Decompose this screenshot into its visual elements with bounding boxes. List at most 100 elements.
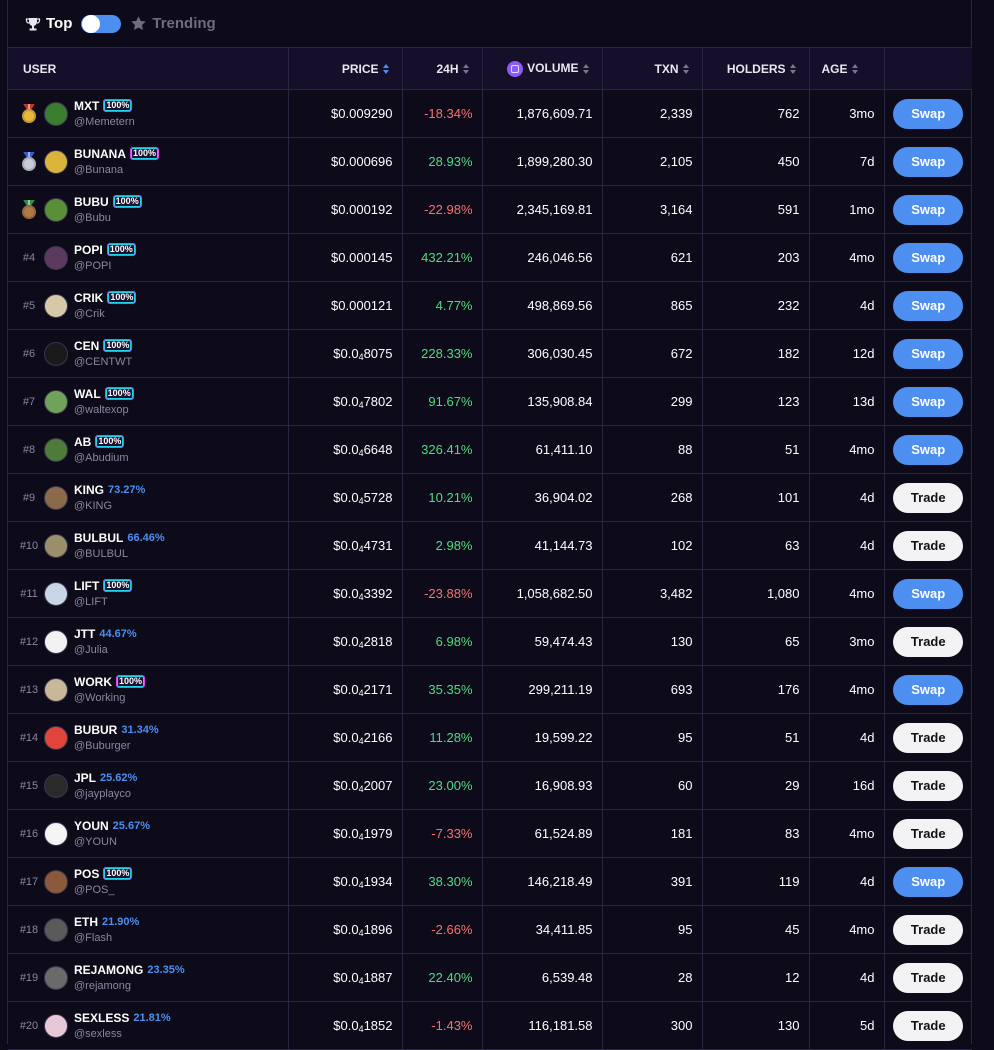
tab-trending[interactable]: Trending	[130, 15, 216, 32]
rank-number: #13	[19, 683, 39, 696]
user-cell[interactable]: #18 ETH 21.90% @Flash	[8, 905, 288, 954]
col-volume[interactable]: VOLUME	[481, 47, 602, 90]
col-holders[interactable]: HOLDERS	[701, 47, 809, 90]
age-cell: 3mo	[808, 89, 884, 138]
trade-button[interactable]: Trade	[893, 962, 964, 993]
swap-button[interactable]: Swap	[893, 146, 964, 177]
swap-button[interactable]: Swap	[893, 242, 964, 273]
rank-medal-icon	[14, 199, 44, 220]
table-row[interactable]: MXT 100% @Memetern $0.009290 -18.34% 1,876,60…	[8, 89, 972, 138]
col-price[interactable]: PRICE	[287, 47, 402, 90]
holders-cell: 130	[701, 1001, 809, 1050]
txn-cell: 95	[601, 905, 702, 954]
bonded-badge: 100%	[103, 99, 133, 112]
trade-button[interactable]: Trade	[893, 1010, 964, 1041]
token-avatar	[44, 917, 68, 942]
table-row[interactable]: #14 BUBUR 31.34% @Buburger $0.042166 11.28% 19…	[8, 713, 972, 762]
table-row[interactable]: #10 BULBUL 66.46% @BULBUL $0.044731 2.98% 41,1…	[8, 521, 972, 570]
table-row[interactable]: #8 AB 100% @Abudium $0.046648 326.41% 61,411.1…	[8, 425, 972, 474]
col-24h[interactable]: 24H	[401, 47, 482, 90]
swap-button[interactable]: Swap	[893, 338, 964, 369]
swap-button[interactable]: Swap	[893, 434, 964, 465]
table-row[interactable]: #18 ETH 21.90% @Flash $0.041896 -2.66% 34,411.…	[8, 905, 972, 954]
trade-button[interactable]: Trade	[893, 770, 964, 801]
table-row[interactable]: #20 SEXLESS 21.81% @sexless $0.041852 -1.43% 1…	[8, 1001, 972, 1050]
volume-cell: 19,599.22	[481, 713, 602, 762]
change-cell: -1.43%	[401, 1001, 482, 1050]
action-cell: Swap	[883, 569, 972, 618]
user-cell[interactable]: #16 YOUN 25.67% @YOUN	[8, 809, 288, 858]
swap-button[interactable]: Swap	[893, 674, 964, 705]
swap-button[interactable]: Swap	[893, 386, 964, 417]
table-row[interactable]: #16 YOUN 25.67% @YOUN $0.041979 -7.33% 61,524.…	[8, 809, 972, 858]
table-row[interactable]: #17 POS 100% @POS_ $0.041934 38.30% 146,218.49…	[8, 857, 972, 906]
swap-button[interactable]: Swap	[893, 866, 964, 897]
token-avatar	[44, 437, 68, 462]
table-row[interactable]: #4 POPI 100% @POPI $0.000145 432.21% 246,046.5…	[8, 233, 972, 282]
swap-button[interactable]: Swap	[893, 578, 964, 609]
token-handle: @BULBUL	[74, 547, 128, 560]
table-row[interactable]: #9 KING 73.27% @KING $0.045728 10.21% 36,904.0…	[8, 473, 972, 522]
table-row[interactable]: #7 WAL 100% @waltexop $0.047802 91.67% 135,908…	[8, 377, 972, 426]
col-age[interactable]: AGE	[808, 47, 884, 90]
token-name: WAL	[74, 386, 101, 401]
table-row[interactable]: #11 LIFT 100% @LIFT $0.043392 -23.88% 1,058,68…	[8, 569, 972, 618]
bonding-progress: 23.35%	[147, 963, 185, 976]
swap-button[interactable]: Swap	[893, 194, 964, 225]
sort-icon	[382, 64, 390, 75]
volume-cell: 2,345,169.81	[481, 185, 602, 234]
table-row[interactable]: #12 JTT 44.67% @Julia $0.042818 6.98% 59,474.4…	[8, 617, 972, 666]
user-cell[interactable]: BUBU 100% @Bubu	[8, 185, 288, 234]
col-action	[883, 47, 972, 90]
user-cell[interactable]: #19 REJAMONG 23.35% @rejamong	[8, 953, 288, 1002]
table-row[interactable]: #5 CRIK 100% @Crik $0.000121 4.77% 498,869.56 8…	[8, 281, 972, 330]
price-cell: $0.041934	[287, 857, 402, 906]
txn-cell: 693	[601, 665, 702, 714]
user-cell[interactable]: #17 POS 100% @POS_	[8, 857, 288, 906]
user-cell[interactable]: BUNANA 100% @Bunana	[8, 137, 288, 186]
col-user[interactable]: USER	[8, 47, 288, 90]
table-row[interactable]: BUBU 100% @Bubu $0.000192 -22.98% 2,345,169.8…	[8, 185, 972, 234]
user-cell[interactable]: #12 JTT 44.67% @Julia	[8, 617, 288, 666]
token-name: WORK	[74, 674, 112, 689]
volume-cell: 246,046.56	[481, 233, 602, 282]
view-toggle[interactable]	[81, 14, 122, 33]
swap-button[interactable]: Swap	[893, 98, 964, 129]
user-cell[interactable]: #11 LIFT 100% @LIFT	[8, 569, 288, 618]
user-cell[interactable]: #10 BULBUL 66.46% @BULBUL	[8, 521, 288, 570]
token-handle: @Bunana	[74, 163, 124, 176]
user-cell[interactable]: #4 POPI 100% @POPI	[8, 233, 288, 282]
txn-cell: 95	[601, 713, 702, 762]
table-row[interactable]: #13 WORK 100% @Working $0.042171 35.35% 299,21…	[8, 665, 972, 714]
table-row[interactable]: BUNANA 100% @Bunana $0.000696 28.93% 1,899,28…	[8, 137, 972, 186]
volume-cell: 116,181.58	[481, 1001, 602, 1050]
user-cell[interactable]: #13 WORK 100% @Working	[8, 665, 288, 714]
user-cell[interactable]: #7 WAL 100% @waltexop	[8, 377, 288, 426]
user-cell[interactable]: #14 BUBUR 31.34% @Buburger	[8, 713, 288, 762]
trade-button[interactable]: Trade	[893, 626, 964, 657]
trade-button[interactable]: Trade	[893, 818, 964, 849]
table-row[interactable]: #15 JPL 25.62% @jayplayco $0.042007 23.00% 16,…	[8, 761, 972, 810]
token-handle: @YOUN	[74, 835, 117, 848]
trade-button[interactable]: Trade	[893, 914, 964, 945]
user-cell[interactable]: #6 CEN 100% @CENTWT	[8, 329, 288, 378]
trade-button[interactable]: Trade	[893, 722, 964, 753]
table-row[interactable]: #6 CEN 100% @CENTWT $0.048075 228.33% 306,030.…	[8, 329, 972, 378]
user-cell[interactable]: #5 CRIK 100% @Crik	[8, 281, 288, 330]
user-cell[interactable]: #15 JPL 25.62% @jayplayco	[8, 761, 288, 810]
swap-button[interactable]: Swap	[893, 290, 964, 321]
bonded-badge: 100%	[112, 195, 142, 208]
trade-button[interactable]: Trade	[893, 482, 964, 513]
change-cell: 432.21%	[401, 233, 482, 282]
tab-top[interactable]: Top	[25, 15, 72, 32]
trade-button[interactable]: Trade	[893, 530, 964, 561]
table-row[interactable]: #19 REJAMONG 23.35% @rejamong $0.041887 22.40…	[8, 953, 972, 1002]
user-cell[interactable]: #8 AB 100% @Abudium	[8, 425, 288, 474]
price-value: $0.042171	[333, 681, 393, 698]
view-switcher: Top Trending	[8, 0, 971, 47]
user-cell[interactable]: #20 SEXLESS 21.81% @sexless	[8, 1001, 288, 1050]
user-cell[interactable]: #9 KING 73.27% @KING	[8, 473, 288, 522]
user-cell[interactable]: MXT 100% @Memetern	[8, 89, 288, 138]
token-name: KING	[74, 482, 104, 497]
col-txn[interactable]: TXN	[601, 47, 702, 90]
